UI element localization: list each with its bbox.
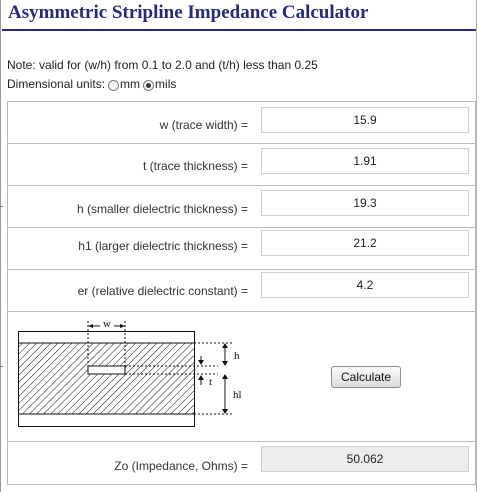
field-label-h: h (smaller dielectric thickness) = (76, 202, 248, 216)
h-arrow-bottom (222, 361, 228, 366)
page-edge-mark (0, 366, 3, 367)
field-label-w: w (trace width) = (159, 118, 248, 132)
field-row-er: er (relative dielectric constant) = 4.2 (7, 269, 476, 311)
h1-dimension-label: hl (233, 389, 242, 401)
validity-note: Note: valid for (w/h) from 0.1 to 2.0 an… (7, 58, 318, 72)
title-underline (2, 29, 476, 31)
h-dimension-label: h (234, 350, 240, 362)
stripline-diagram: w h t hl (18, 319, 242, 427)
h-arrow-top (222, 343, 228, 348)
t-arrow-bottom (198, 375, 204, 380)
trace-width-input[interactable]: 15.9 (261, 107, 469, 133)
h1-arrow-bottom (222, 409, 228, 414)
radio-mm-label: mm (120, 77, 141, 91)
field-row-t: t (trace thickness) = 1.91 (7, 143, 476, 185)
calculate-button[interactable]: Calculate (331, 366, 401, 388)
larger-dielectric-input[interactable]: 21.2 (261, 230, 469, 256)
t-arrow-top (198, 360, 204, 365)
field-label-er: er (relative dielectric constant) = (77, 284, 248, 298)
dielectric-constant-input[interactable]: 4.2 (261, 272, 469, 298)
units-selector: Dimensional units: mm mils (7, 77, 176, 91)
trace-conductor (87, 365, 126, 375)
t-dimension-label: t (209, 376, 212, 388)
smaller-dielectric-input[interactable]: 19.3 (261, 190, 469, 216)
field-label-t: t (trace thickness) = (142, 159, 248, 173)
field-row-h: h (smaller dielectric thickness) = 19.3 (7, 185, 476, 227)
radio-mils-label: mils (155, 77, 177, 91)
impedance-output: 50.062 (261, 446, 469, 472)
page-left-border (0, 0, 1, 492)
field-row-zo: Zo (Impedance, Ohms) = 50.062 (7, 441, 476, 485)
field-row-w: w (trace width) = 15.9 (7, 101, 476, 143)
w-dimension-label: w (103, 319, 111, 330)
field-row-h1: h1 (larger dielectric thickness) = 21.2 (7, 227, 476, 269)
result-label: Zo (Impedance, Ohms) = (114, 459, 248, 473)
w-arrow-right (120, 324, 125, 328)
trace-thickness-input[interactable]: 1.91 (261, 148, 469, 174)
radio-mils[interactable] (143, 79, 155, 91)
dielectric-region (18, 342, 195, 415)
units-label: Dimensional units: (7, 77, 106, 91)
radio-mm[interactable] (108, 79, 120, 91)
page-right-border (476, 0, 477, 492)
h1-arrow-top (222, 374, 228, 379)
page-edge-mark (0, 206, 3, 207)
field-label-h1: h1 (larger dielectric thickness) = (78, 239, 248, 253)
page-title: Asymmetric Stripline Impedance Calculato… (8, 2, 369, 23)
w-arrow-left (88, 324, 93, 328)
